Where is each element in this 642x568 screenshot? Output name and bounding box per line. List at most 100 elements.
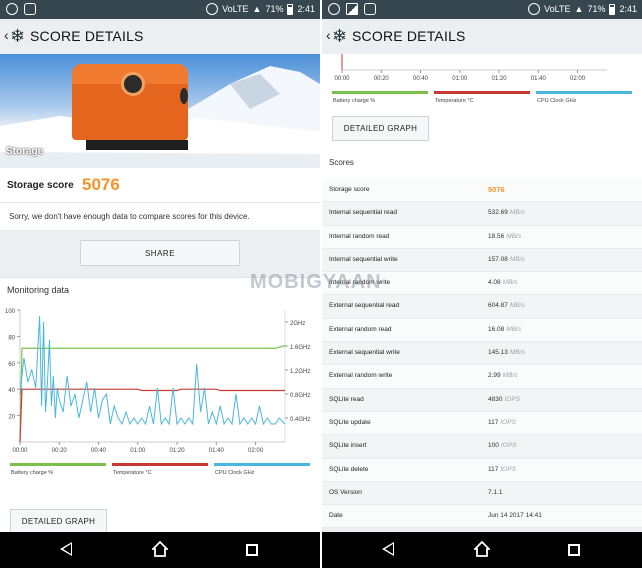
nav-recents-icon[interactable]	[246, 544, 258, 556]
battery-percent: 71%	[265, 4, 284, 14]
back-chevron-icon[interactable]: ‹	[326, 27, 331, 43]
detailed-graph-button[interactable]: DETAILED GRAPH	[332, 116, 429, 141]
score-value: 532.69 MB/s	[488, 209, 525, 216]
score-name: External random write	[329, 372, 393, 380]
score-number: 532.69	[488, 209, 508, 217]
score-unit: IOPS	[500, 418, 516, 426]
nav-back-icon[interactable]	[60, 542, 72, 556]
y-right-tick-label: 2GHz	[290, 321, 305, 327]
score-unit: IOPS	[500, 465, 516, 473]
score-value: 4.08 MB/s	[488, 279, 517, 286]
app-bar: ‹ ❄ SCORE DETAILS	[322, 19, 642, 54]
share-button[interactable]: SHARE	[80, 240, 240, 266]
x-tick-label: 00:00	[334, 76, 350, 82]
status-bar: VoLTE ▲ 71% 2:41	[0, 0, 320, 19]
score-value: 117 IOPS	[488, 419, 516, 426]
score-value: 604.87 MB/s	[488, 302, 525, 309]
nav-home-icon[interactable]	[152, 541, 168, 557]
score-number: 5076	[488, 185, 505, 194]
score-name: SQLite insert	[329, 442, 367, 450]
back-chevron-icon[interactable]: ‹	[4, 27, 9, 43]
watermark-text: MOBIGYAAN	[250, 271, 382, 293]
legend-swatch	[332, 91, 428, 94]
score-value: 2.99 MB/s	[488, 372, 517, 379]
nav-home-icon[interactable]	[474, 541, 490, 557]
nav-bar	[0, 532, 320, 568]
score-name: External sequential write	[329, 349, 400, 357]
battery-icon	[609, 3, 616, 15]
monitoring-chart-scrolled: 00:00 00:20 00:40 01:00 01:20 01:40 02:00 Batte…	[322, 54, 642, 162]
score-name: Internal random read	[329, 232, 390, 240]
storage-hero-image: Storage 1.0	[0, 54, 320, 168]
nav-bar	[322, 532, 642, 568]
network-label: VoLTE	[544, 4, 571, 14]
monitoring-title: Monitoring data	[7, 285, 70, 295]
legend-label: Battery charge %	[11, 470, 53, 476]
score-number: 100	[488, 442, 499, 450]
clock: 2:41	[619, 4, 637, 14]
instagram-icon	[24, 3, 36, 15]
score-row: External sequential read 604.87 MB/s	[322, 295, 642, 319]
storage-score-value: 5076	[82, 175, 120, 194]
comparison-notice-text: Sorry, we don't have enough data to comp…	[9, 212, 250, 221]
score-value: 18.56 MB/s	[488, 233, 521, 240]
nav-back-icon[interactable]	[382, 542, 394, 556]
x-tick-label: 00:00	[12, 448, 28, 454]
x-tick-label: 01:40	[531, 76, 547, 82]
battery-percent: 71%	[587, 4, 606, 14]
score-row: SQLite delete 117 IOPS	[322, 458, 642, 482]
score-row: External random read 16.08 MB/s	[322, 318, 642, 343]
score-number: 604.87	[488, 302, 508, 310]
detailed-graph-button[interactable]: DETAILED GRAPH	[10, 509, 107, 534]
snowflake-logo-icon: ❄	[10, 26, 26, 46]
score-row: SQLite update 117 IOPS	[322, 411, 642, 436]
score-unit: IOPS	[500, 442, 517, 450]
signal-icon: ▲	[574, 4, 584, 14]
score-unit: MB/s	[506, 232, 522, 240]
score-number: 117	[488, 418, 499, 426]
score-unit: MB/s	[506, 325, 522, 333]
score-number: 4830	[488, 395, 503, 403]
score-unit: MB/s	[509, 349, 525, 357]
score-row: OS Version 7.1.1	[322, 481, 642, 506]
x-tick-label: 02:00	[248, 448, 264, 454]
battery-icon	[287, 3, 294, 15]
nav-recents-icon[interactable]	[568, 544, 580, 556]
y-right-tick-label: 1.6GHz	[290, 345, 310, 351]
x-tick-label: 01:00	[130, 448, 146, 454]
score-value: 100 IOPS	[488, 442, 516, 449]
cabin-window	[121, 72, 145, 96]
score-unit: MB/s	[509, 255, 525, 263]
score-unit: MB/s	[502, 372, 518, 380]
y-left-tick-label: 80	[8, 335, 15, 341]
score-name: SQLite read	[329, 395, 364, 403]
score-value: 4830 IOPS	[488, 396, 520, 403]
score-number: 157.08	[488, 255, 508, 263]
scores-table: Storage score 5076 Internal sequential rea…	[322, 179, 642, 529]
screenshot-composite: VoLTE ▲ 71% 2:41 ‹ ❄ SCORE DETAILS Stora…	[0, 0, 642, 568]
app-bar: ‹ ❄ SCORE DETAILS	[0, 19, 320, 54]
hero-version: 1.0	[48, 148, 57, 154]
y-right-tick-label: 0.8GHz	[290, 393, 310, 399]
x-tick-label: 02:00	[570, 76, 586, 82]
series-line-1	[19, 345, 286, 443]
x-tick-label: 01:40	[209, 448, 225, 454]
score-row: Storage score 5076	[322, 179, 642, 203]
score-value: 157.08 MB/s	[488, 256, 525, 263]
storage-score-row: Storage score 5076	[0, 168, 320, 202]
legend-swatch	[214, 463, 310, 466]
score-value: 7.1.1	[488, 489, 502, 496]
whatsapp-icon	[6, 3, 18, 15]
score-row: Date Jun 14 2017 14:41	[322, 505, 642, 529]
chart-axis-fragment: 00:00 00:20 00:40 01:00 01:20 01:40 02:00 Batte…	[332, 54, 632, 104]
score-name: Internal sequential write	[329, 255, 398, 263]
legend-swatch	[536, 91, 632, 94]
score-name: Date	[329, 512, 343, 520]
score-name: SQLite update	[329, 418, 371, 426]
legend-label: CPU Clock GHz	[537, 98, 577, 104]
hero-label: Storage	[6, 146, 44, 157]
snowflake-logo-icon: ❄	[332, 26, 348, 46]
y-left-tick-label: 100	[5, 309, 16, 315]
y-left-tick-label: 60	[8, 362, 15, 368]
score-value: 16.08 MB/s	[488, 326, 521, 333]
